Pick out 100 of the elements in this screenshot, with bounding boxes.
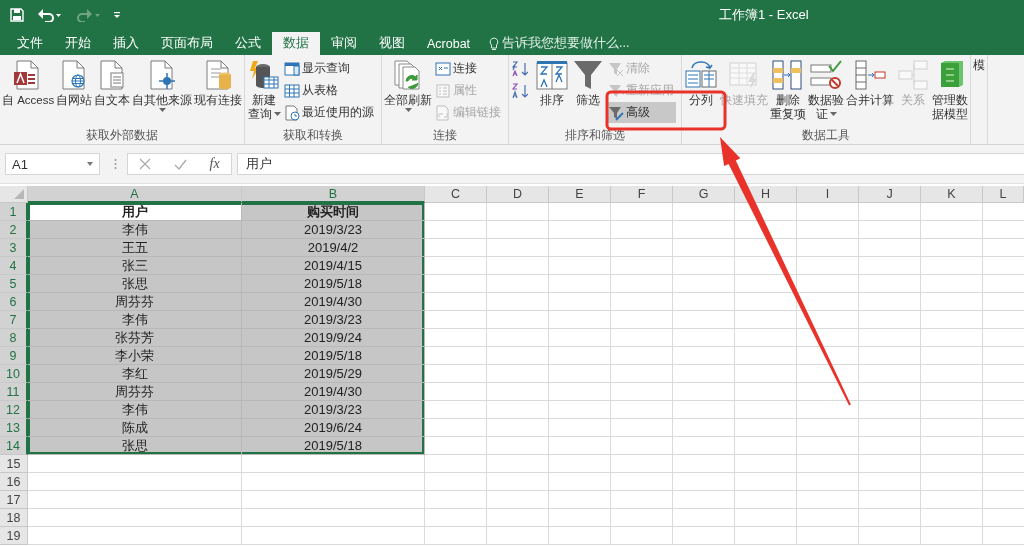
- enter-icon[interactable]: [173, 158, 187, 170]
- table-cell: 2019/3/23: [242, 311, 425, 329]
- row-header[interactable]: 4: [0, 257, 28, 275]
- row-header[interactable]: 7: [0, 311, 28, 329]
- clock-document-icon: [284, 104, 301, 121]
- ribbon-button[interactable]: 从表格: [282, 80, 377, 101]
- table-cell: 2019/5/18: [242, 275, 425, 293]
- column-header[interactable]: F: [611, 186, 673, 203]
- clear-filter-icon: [608, 60, 625, 77]
- caret-icon: [87, 162, 93, 166]
- column-header[interactable]: C: [425, 186, 487, 203]
- ribbon-tab[interactable]: 开始: [54, 32, 102, 55]
- ribbon-button[interactable]: 删除 重复项: [769, 57, 808, 128]
- table-cell: 2019/4/30: [242, 293, 425, 311]
- row-header[interactable]: 15: [0, 455, 28, 473]
- table-cell: 用户: [28, 203, 242, 221]
- database-table-icon: [247, 59, 282, 91]
- ribbon-button[interactable]: 连接: [433, 58, 504, 79]
- table-cell: 2019/3/23: [242, 401, 425, 419]
- query-pane-icon: [284, 60, 301, 77]
- ribbon-button[interactable]: 自网站: [55, 57, 94, 128]
- ribbon-button[interactable]: 显示查询: [282, 58, 377, 79]
- ribbon-tab[interactable]: 数据: [272, 32, 320, 55]
- group-label: 获取外部数据: [85, 128, 160, 143]
- column-header[interactable]: E: [549, 186, 611, 203]
- ribbon-button[interactable]: 现有连接: [193, 57, 244, 128]
- column-header[interactable]: J: [859, 186, 921, 203]
- ribbon-button[interactable]: 最近使用的源: [282, 102, 377, 123]
- grip-icon: [114, 158, 117, 170]
- row-header[interactable]: 17: [0, 491, 28, 509]
- ribbon-button[interactable]: 分列: [683, 57, 720, 128]
- window-title: 工作簿1 - Excel: [719, 6, 809, 24]
- ribbon-button[interactable]: 自 Access: [1, 57, 56, 128]
- sort-button[interactable]: [510, 58, 531, 79]
- table-cell: 李红: [28, 365, 242, 383]
- ribbon-button[interactable]: 自文本: [93, 57, 132, 128]
- ribbon-button[interactable]: 自其他来源: [131, 57, 194, 128]
- row-header[interactable]: 10: [0, 365, 28, 383]
- group-label: 连接: [432, 128, 459, 143]
- table-cell: 2019/5/29: [242, 365, 425, 383]
- connections-icon: [435, 60, 452, 77]
- row-header[interactable]: 13: [0, 419, 28, 437]
- properties-icon: [435, 82, 452, 99]
- row-header[interactable]: 19: [0, 527, 28, 545]
- ribbon-button[interactable]: 新建 查询: [246, 57, 283, 128]
- formula-field[interactable]: 用户: [237, 153, 1024, 175]
- table-cell: 李伟: [28, 311, 242, 329]
- ribbon-tab[interactable]: 文件: [6, 32, 54, 55]
- row-header[interactable]: 5: [0, 275, 28, 293]
- customize-toolbar-icon[interactable]: [114, 11, 120, 19]
- advanced-filter-icon: [608, 104, 625, 121]
- ribbon-button[interactable]: 模: [972, 57, 987, 128]
- ribbon-button[interactable]: 合并计算: [845, 57, 896, 128]
- row-header[interactable]: 11: [0, 383, 28, 401]
- ribbon-tab[interactable]: 插入: [102, 32, 150, 55]
- row-header[interactable]: 3: [0, 239, 28, 257]
- ribbon-tab[interactable]: 视图: [368, 32, 416, 55]
- sort-descending-icon: [512, 82, 529, 99]
- column-header[interactable]: B: [242, 186, 425, 203]
- column-header[interactable]: L: [983, 186, 1024, 203]
- group-label: 获取和转换: [282, 128, 345, 143]
- ribbon-tab[interactable]: 公式: [224, 32, 272, 55]
- insert-function-button[interactable]: fx: [209, 156, 220, 172]
- row-header[interactable]: 14: [0, 437, 28, 455]
- sort-button[interactable]: [510, 80, 531, 101]
- cancel-icon[interactable]: [139, 158, 152, 170]
- ribbon-button[interactable]: 全部刷新: [383, 57, 434, 128]
- data-validation-icon: [809, 59, 844, 91]
- row-header[interactable]: 6: [0, 293, 28, 311]
- row-header[interactable]: 1: [0, 203, 28, 221]
- ribbon-tab[interactable]: Acrobat: [416, 32, 482, 55]
- sort-grid-icon: [535, 59, 570, 91]
- column-header[interactable]: I: [797, 186, 859, 203]
- sort-ascending-icon: [512, 60, 529, 77]
- undo-icon[interactable]: [38, 8, 62, 22]
- table-cell: 张思: [28, 275, 242, 293]
- ribbon-tab[interactable]: 页面布局: [150, 32, 224, 55]
- ribbon-tab[interactable]: 审阅: [320, 32, 368, 55]
- name-box[interactable]: A1: [5, 153, 100, 175]
- column-header[interactable]: D: [487, 186, 549, 203]
- row-header[interactable]: 12: [0, 401, 28, 419]
- ribbon-button[interactable]: 高级: [606, 102, 677, 123]
- table-cell: 2019/4/30: [242, 383, 425, 401]
- table-cell: 购买时间: [242, 203, 425, 221]
- table-cell: 2019/4/15: [242, 257, 425, 275]
- table-icon: [284, 82, 301, 99]
- ribbon-button[interactable]: 数据验 证: [807, 57, 846, 128]
- search-field[interactable]: 告诉我您想要做什么...: [502, 35, 630, 52]
- column-header[interactable]: A: [28, 186, 242, 203]
- row-header[interactable]: 8: [0, 329, 28, 347]
- ribbon-button[interactable]: 管理数 据模型: [931, 57, 970, 128]
- row-header[interactable]: 9: [0, 347, 28, 365]
- ribbon-button[interactable]: 排序: [534, 57, 571, 128]
- column-header[interactable]: K: [921, 186, 983, 203]
- ribbon-button[interactable]: 筛选: [570, 57, 607, 128]
- save-icon[interactable]: [10, 8, 24, 22]
- row-header[interactable]: 18: [0, 509, 28, 527]
- row-header[interactable]: 2: [0, 221, 28, 239]
- row-header[interactable]: 16: [0, 473, 28, 491]
- column-header[interactable]: G: [673, 186, 735, 203]
